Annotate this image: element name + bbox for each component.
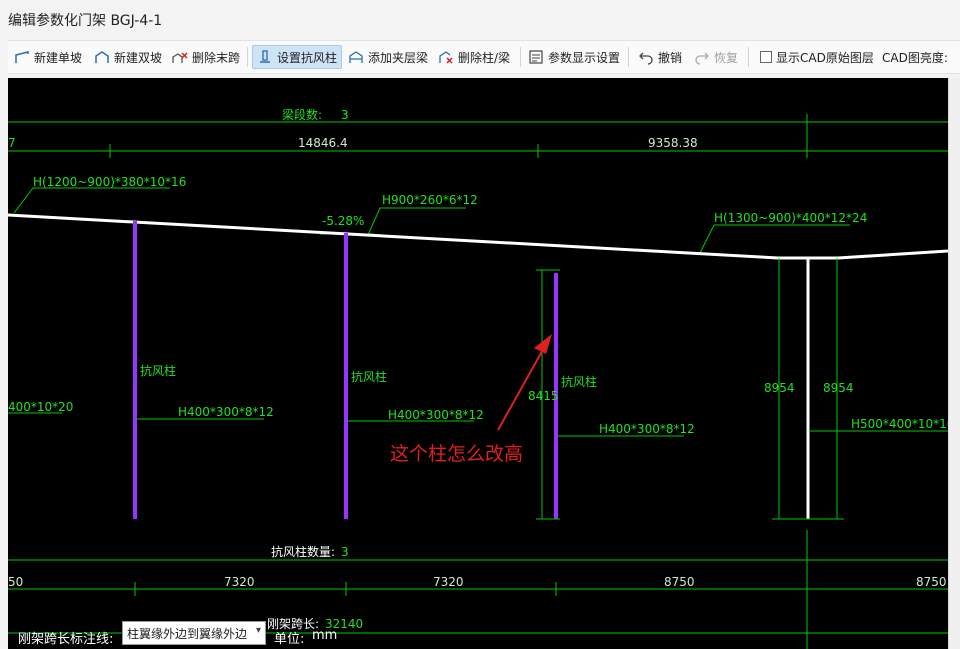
drawing-canvas[interactable]: 梁段数: 3 7 14846.4 9358.38 H(1200~900)*380… bbox=[8, 78, 948, 649]
beam-1-section: H(1200~900)*380*10*16 bbox=[33, 175, 186, 189]
dim-segment-1: 14846.4 bbox=[298, 136, 348, 150]
settings-list-icon bbox=[529, 50, 543, 64]
wind-column-count-value: 3 bbox=[341, 545, 349, 559]
wind-column-2-section: H400*300*8*12 bbox=[388, 408, 484, 422]
redo-button[interactable]: 恢复 bbox=[690, 45, 742, 69]
beam-segments-value: 3 bbox=[341, 108, 349, 122]
add-mezzanine-beam-button[interactable]: 添加夹层梁 bbox=[344, 45, 432, 69]
toolbar-separator bbox=[748, 47, 749, 67]
slope-value: -5.28% bbox=[322, 214, 364, 228]
bottom-dim-2: 7320 bbox=[224, 575, 255, 589]
cad-brightness-label: CAD图亮度: bbox=[882, 50, 948, 65]
frame-drawing: 梁段数: 3 7 14846.4 9358.38 H(1200~900)*380… bbox=[8, 107, 948, 649]
unit-value: mm bbox=[312, 628, 338, 643]
annotation-arrow bbox=[497, 345, 546, 431]
title-bar: 编辑参数化门架 BGJ-4-1 bbox=[0, 0, 960, 38]
beam-3-leader bbox=[699, 224, 850, 254]
wind-column-2-label: 抗风柱 bbox=[351, 369, 387, 384]
redo-icon bbox=[695, 52, 709, 65]
vertical-scrollbar[interactable] bbox=[948, 78, 960, 649]
delete-span-icon bbox=[172, 52, 188, 63]
toolbar-separator bbox=[247, 47, 248, 67]
footer-controls: 刚架跨长标注线: 柱翼缘外边到翼缘外边 ▾ 单位: mm bbox=[8, 620, 337, 649]
new-double-slope-button[interactable]: 新建双坡 bbox=[90, 45, 166, 69]
checkbox-box[interactable] bbox=[760, 51, 772, 63]
toolbar-separator bbox=[628, 47, 629, 67]
main-column-height-left: 8954 bbox=[764, 381, 795, 395]
bottom-dim-4: 8750 bbox=[664, 575, 695, 589]
wind-column-3-height: 8415 bbox=[528, 389, 559, 403]
beam-3-section: H(1300~900)*400*12*24 bbox=[714, 211, 867, 225]
double-slope-icon bbox=[95, 51, 109, 63]
annotation-text: 这个柱怎么改高 bbox=[390, 443, 523, 465]
left-column-section: 400*10*20 bbox=[8, 400, 73, 414]
show-cad-layers-checkbox[interactable]: 显示CAD原始图层 bbox=[756, 45, 878, 69]
delete-end-span-button[interactable]: 删除末跨 bbox=[168, 45, 244, 69]
wind-column-1-label: 抗风柱 bbox=[140, 363, 176, 378]
main-column-section: H500*400*10*16 bbox=[851, 417, 948, 431]
dim-left-partial: 7 bbox=[8, 136, 16, 150]
span-annotation-select[interactable]: 柱翼缘外边到翼缘外边 ▾ bbox=[122, 621, 266, 645]
set-wind-column-button[interactable]: 设置抗风柱 bbox=[252, 45, 343, 69]
wind-column-count-label: 抗风柱数量: bbox=[271, 544, 335, 559]
main-column-height-right: 8954 bbox=[823, 381, 854, 395]
unit-label: 单位: bbox=[274, 632, 305, 647]
beam-1-leader bbox=[13, 187, 170, 214]
beam-2-section: H900*260*6*12 bbox=[382, 193, 478, 207]
mezzanine-icon bbox=[349, 51, 363, 63]
beam-segments-label: 梁段数: bbox=[282, 107, 322, 122]
wind-column-3-label: 抗风柱 bbox=[561, 374, 597, 389]
wind-column-icon bbox=[260, 50, 270, 63]
dim-segment-2: 9358.38 bbox=[648, 136, 698, 150]
param-display-settings-button[interactable]: 参数显示设置 bbox=[524, 45, 624, 69]
new-single-slope-button[interactable]: 新建单坡 bbox=[10, 45, 86, 69]
bottom-dim-5: 8750 bbox=[916, 575, 947, 589]
annotation-arrowhead bbox=[534, 334, 552, 354]
bottom-dim-3: 7320 bbox=[433, 575, 464, 589]
toolbar: 新建单坡 新建双坡 删除末跨 设置抗风柱 添加夹层梁 删除柱/梁 参数显示设置 … bbox=[8, 40, 960, 74]
toolbar-separator bbox=[520, 47, 521, 67]
wind-column-3-section: H400*300*8*12 bbox=[599, 422, 695, 436]
chevron-down-icon: ▾ bbox=[255, 625, 261, 636]
undo-button[interactable]: 撤销 bbox=[634, 45, 686, 69]
delete-column-beam-button[interactable]: 删除柱/梁 bbox=[434, 45, 514, 69]
single-slope-icon bbox=[15, 51, 29, 63]
undo-icon bbox=[639, 52, 653, 65]
beam-2-leader bbox=[367, 207, 466, 236]
delete-column-icon bbox=[439, 51, 453, 64]
window-title: 编辑参数化门架 BGJ-4-1 bbox=[8, 13, 163, 29]
span-annotation-label: 刚架跨长标注线: bbox=[18, 632, 114, 647]
bottom-dim-1: 50 bbox=[8, 575, 23, 589]
wind-column-1-section: H400*300*8*12 bbox=[178, 405, 274, 419]
